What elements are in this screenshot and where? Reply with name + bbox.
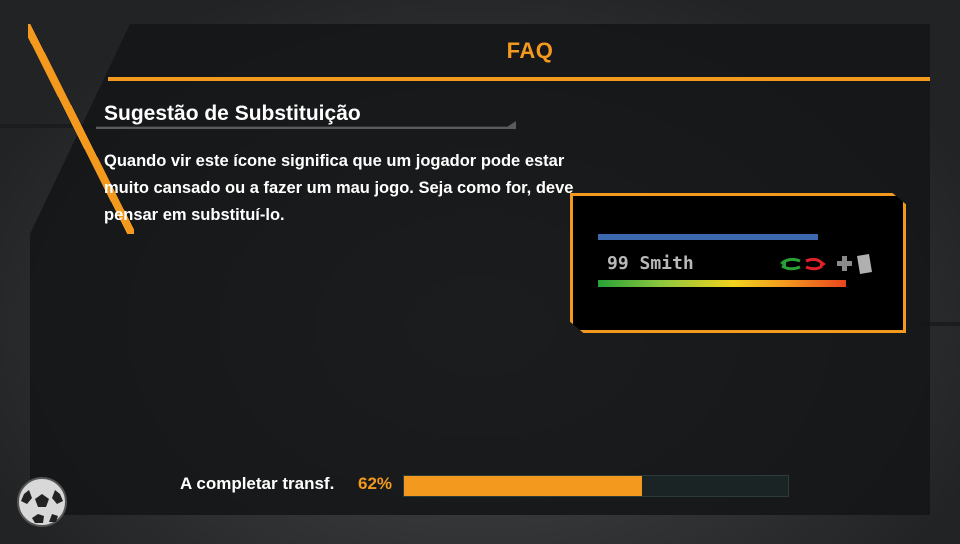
injury-card-icon (837, 254, 872, 274)
soccer-ball-icon (17, 477, 67, 527)
fitness-gradient-bar (598, 280, 846, 287)
player-bar (598, 234, 818, 240)
progress-bar-fill (404, 476, 643, 496)
icon-preview-box: 99 Smith (570, 193, 906, 333)
faq-screen: FAQ Sugestão de Substituição Quando vir … (0, 0, 960, 544)
substitution-arrows-icon (780, 257, 826, 271)
progress-label: A completar transf. (180, 474, 335, 493)
section-title: Sugestão de Substituição (104, 102, 361, 125)
progress-percent: 62% (358, 474, 393, 493)
page-title: FAQ (506, 38, 554, 63)
progress-bar (403, 475, 789, 497)
section-body: Quando vir este ícone significa que um j… (104, 152, 574, 224)
header-divider (108, 77, 930, 81)
player-label: 99 Smith (607, 253, 694, 274)
